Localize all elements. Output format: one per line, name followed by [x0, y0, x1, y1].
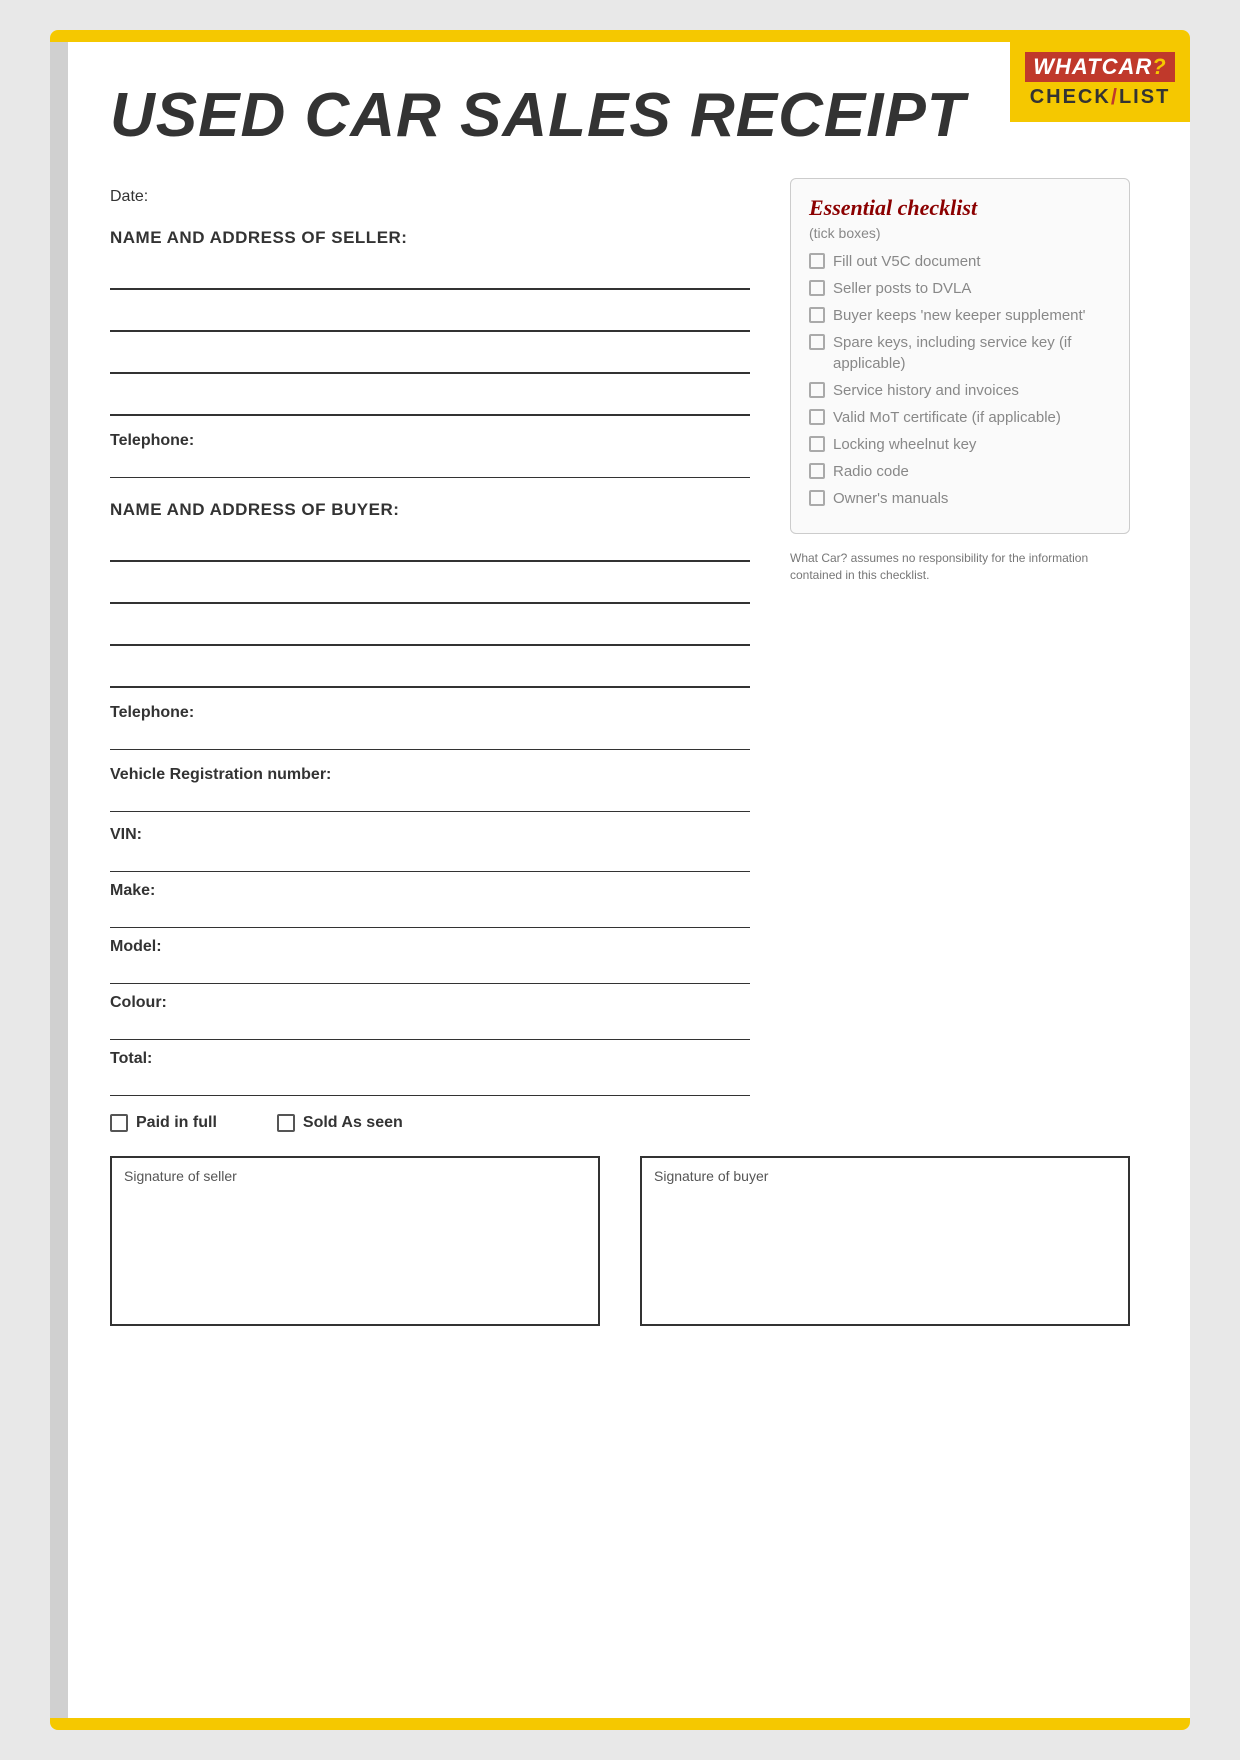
buyer-telephone-field	[110, 728, 750, 750]
paid-in-full-item[interactable]: Paid in full	[110, 1114, 217, 1132]
model-field	[110, 962, 750, 984]
disclaimer: What Car? assumes no responsibility for …	[790, 550, 1130, 584]
paid-in-full-label: Paid in full	[136, 1114, 217, 1132]
checkbox-2[interactable]	[809, 307, 825, 323]
seller-signature-label: Signature of seller	[124, 1168, 237, 1184]
checkbox-1[interactable]	[809, 280, 825, 296]
seller-label: NAME AND ADDRESS OF SELLER:	[110, 228, 750, 248]
vin-field	[110, 850, 750, 872]
checklist-item-text-5: Valid MoT certificate (if applicable)	[833, 407, 1061, 428]
checklist-item-text-0: Fill out V5C document	[833, 251, 981, 272]
right-column: Essential checklist (tick boxes) Fill ou…	[790, 178, 1130, 584]
seller-telephone-label: Telephone:	[110, 432, 750, 450]
checklist-item-text-2: Buyer keeps 'new keeper supplement'	[833, 305, 1086, 326]
date-label: Date:	[110, 188, 750, 206]
sold-as-seen-item[interactable]: Sold As seen	[277, 1114, 403, 1132]
checkbox-5[interactable]	[809, 409, 825, 425]
buyer-address-line-2	[110, 576, 750, 604]
vehicle-registration-label: Vehicle Registration number:	[110, 766, 750, 784]
checklist-item-1[interactable]: Seller posts to DVLA	[809, 278, 1111, 299]
checklist-item-6[interactable]: Locking wheelnut key	[809, 434, 1111, 455]
vehicle-registration-field	[110, 790, 750, 812]
whatcar-logo: WHATCAR?	[1025, 52, 1174, 82]
checklist-title: Essential checklist	[809, 195, 1111, 221]
sold-as-seen-label: Sold As seen	[303, 1114, 403, 1132]
checkbox-6[interactable]	[809, 436, 825, 452]
checkbox-8[interactable]	[809, 490, 825, 506]
seller-address-line-3	[110, 346, 750, 374]
buyer-address-line-4	[110, 660, 750, 688]
checklist-item-text-7: Radio code	[833, 461, 909, 482]
seller-address-line-4	[110, 388, 750, 416]
logo-container: WHATCAR? CHECK/LIST	[1010, 42, 1190, 122]
payment-row: Paid in full Sold As seen	[110, 1114, 750, 1132]
checklist-subtitle: (tick boxes)	[809, 225, 1111, 241]
signatures-row: Signature of seller Signature of buyer	[110, 1156, 1130, 1326]
buyer-telephone-label: Telephone:	[110, 704, 750, 722]
checklist-item-text-1: Seller posts to DVLA	[833, 278, 971, 299]
seller-address-line-1	[110, 262, 750, 290]
page-title: USED CAR SALES RECEIPT	[110, 82, 1130, 150]
buyer-label: NAME AND ADDRESS OF BUYER:	[110, 500, 750, 520]
colour-label: Colour:	[110, 994, 750, 1012]
checklist-item-5[interactable]: Valid MoT certificate (if applicable)	[809, 407, 1111, 428]
checklist-item-text-3: Spare keys, including service key (if ap…	[833, 332, 1111, 374]
buyer-signature-label: Signature of buyer	[654, 1168, 768, 1184]
checklist-item-text-4: Service history and invoices	[833, 380, 1019, 401]
paid-in-full-checkbox[interactable]	[110, 1114, 128, 1132]
checkbox-3[interactable]	[809, 334, 825, 350]
sold-as-seen-checkbox[interactable]	[277, 1114, 295, 1132]
checklist-logo: CHECK/LIST	[1024, 84, 1176, 110]
checklist-item-7[interactable]: Radio code	[809, 461, 1111, 482]
checklist-item-2[interactable]: Buyer keeps 'new keeper supplement'	[809, 305, 1111, 326]
checklist-item-text-6: Locking wheelnut key	[833, 434, 976, 455]
question-mark: ?	[1152, 54, 1166, 79]
make-label: Make:	[110, 882, 750, 900]
colour-field	[110, 1018, 750, 1040]
checklist-item-3[interactable]: Spare keys, including service key (if ap…	[809, 332, 1111, 374]
seller-telephone-field	[110, 456, 750, 478]
checkbox-4[interactable]	[809, 382, 825, 398]
content-area: Date: NAME AND ADDRESS OF SELLER: Teleph…	[110, 178, 1130, 1132]
buyer-address-line-1	[110, 534, 750, 562]
checklist-box: Essential checklist (tick boxes) Fill ou…	[790, 178, 1130, 534]
seller-signature-box: Signature of seller	[110, 1156, 600, 1326]
model-label: Model:	[110, 938, 750, 956]
checklist-item-0[interactable]: Fill out V5C document	[809, 251, 1111, 272]
checklist-item-8[interactable]: Owner's manuals	[809, 488, 1111, 509]
total-field	[110, 1074, 750, 1096]
seller-address-line-2	[110, 304, 750, 332]
checkbox-0[interactable]	[809, 253, 825, 269]
checkbox-7[interactable]	[809, 463, 825, 479]
buyer-signature-box: Signature of buyer	[640, 1156, 1130, 1326]
slash-icon: /	[1111, 84, 1119, 110]
left-column: Date: NAME AND ADDRESS OF SELLER: Teleph…	[110, 178, 750, 1132]
checklist-item-text-8: Owner's manuals	[833, 488, 948, 509]
buyer-address-line-3	[110, 618, 750, 646]
vin-label: VIN:	[110, 826, 750, 844]
bottom-accent	[50, 1718, 1190, 1730]
make-field	[110, 906, 750, 928]
page: WHATCAR? CHECK/LIST USED CAR SALES RECEI…	[50, 30, 1190, 1730]
checklist-item-4[interactable]: Service history and invoices	[809, 380, 1111, 401]
total-label: Total:	[110, 1050, 750, 1068]
